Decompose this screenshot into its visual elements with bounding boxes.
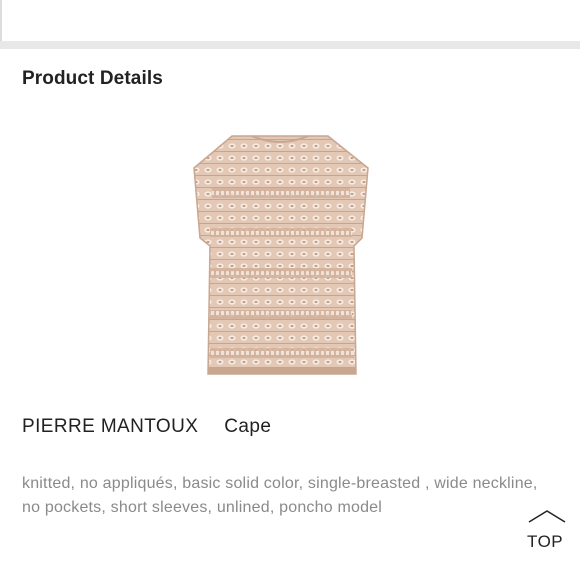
back-to-top-button[interactable]: TOP xyxy=(522,508,572,554)
back-to-top-label: TOP xyxy=(527,532,564,551)
left-divider xyxy=(0,0,2,44)
product-type: Cape xyxy=(224,416,272,437)
product-name-row: PIERRE MANTOUX Cape xyxy=(22,416,271,438)
product-details-page: Product Details PIERRE MANTOUX Cape knit… xyxy=(0,0,580,580)
brand-name: PIERRE MANTOUX xyxy=(22,416,199,437)
product-description: knitted, no appliqués, basic solid color… xyxy=(22,475,538,516)
product-image xyxy=(193,135,369,375)
section-divider xyxy=(0,41,580,49)
chevron-up-icon xyxy=(528,510,566,523)
section-title: Product Details xyxy=(22,68,163,89)
